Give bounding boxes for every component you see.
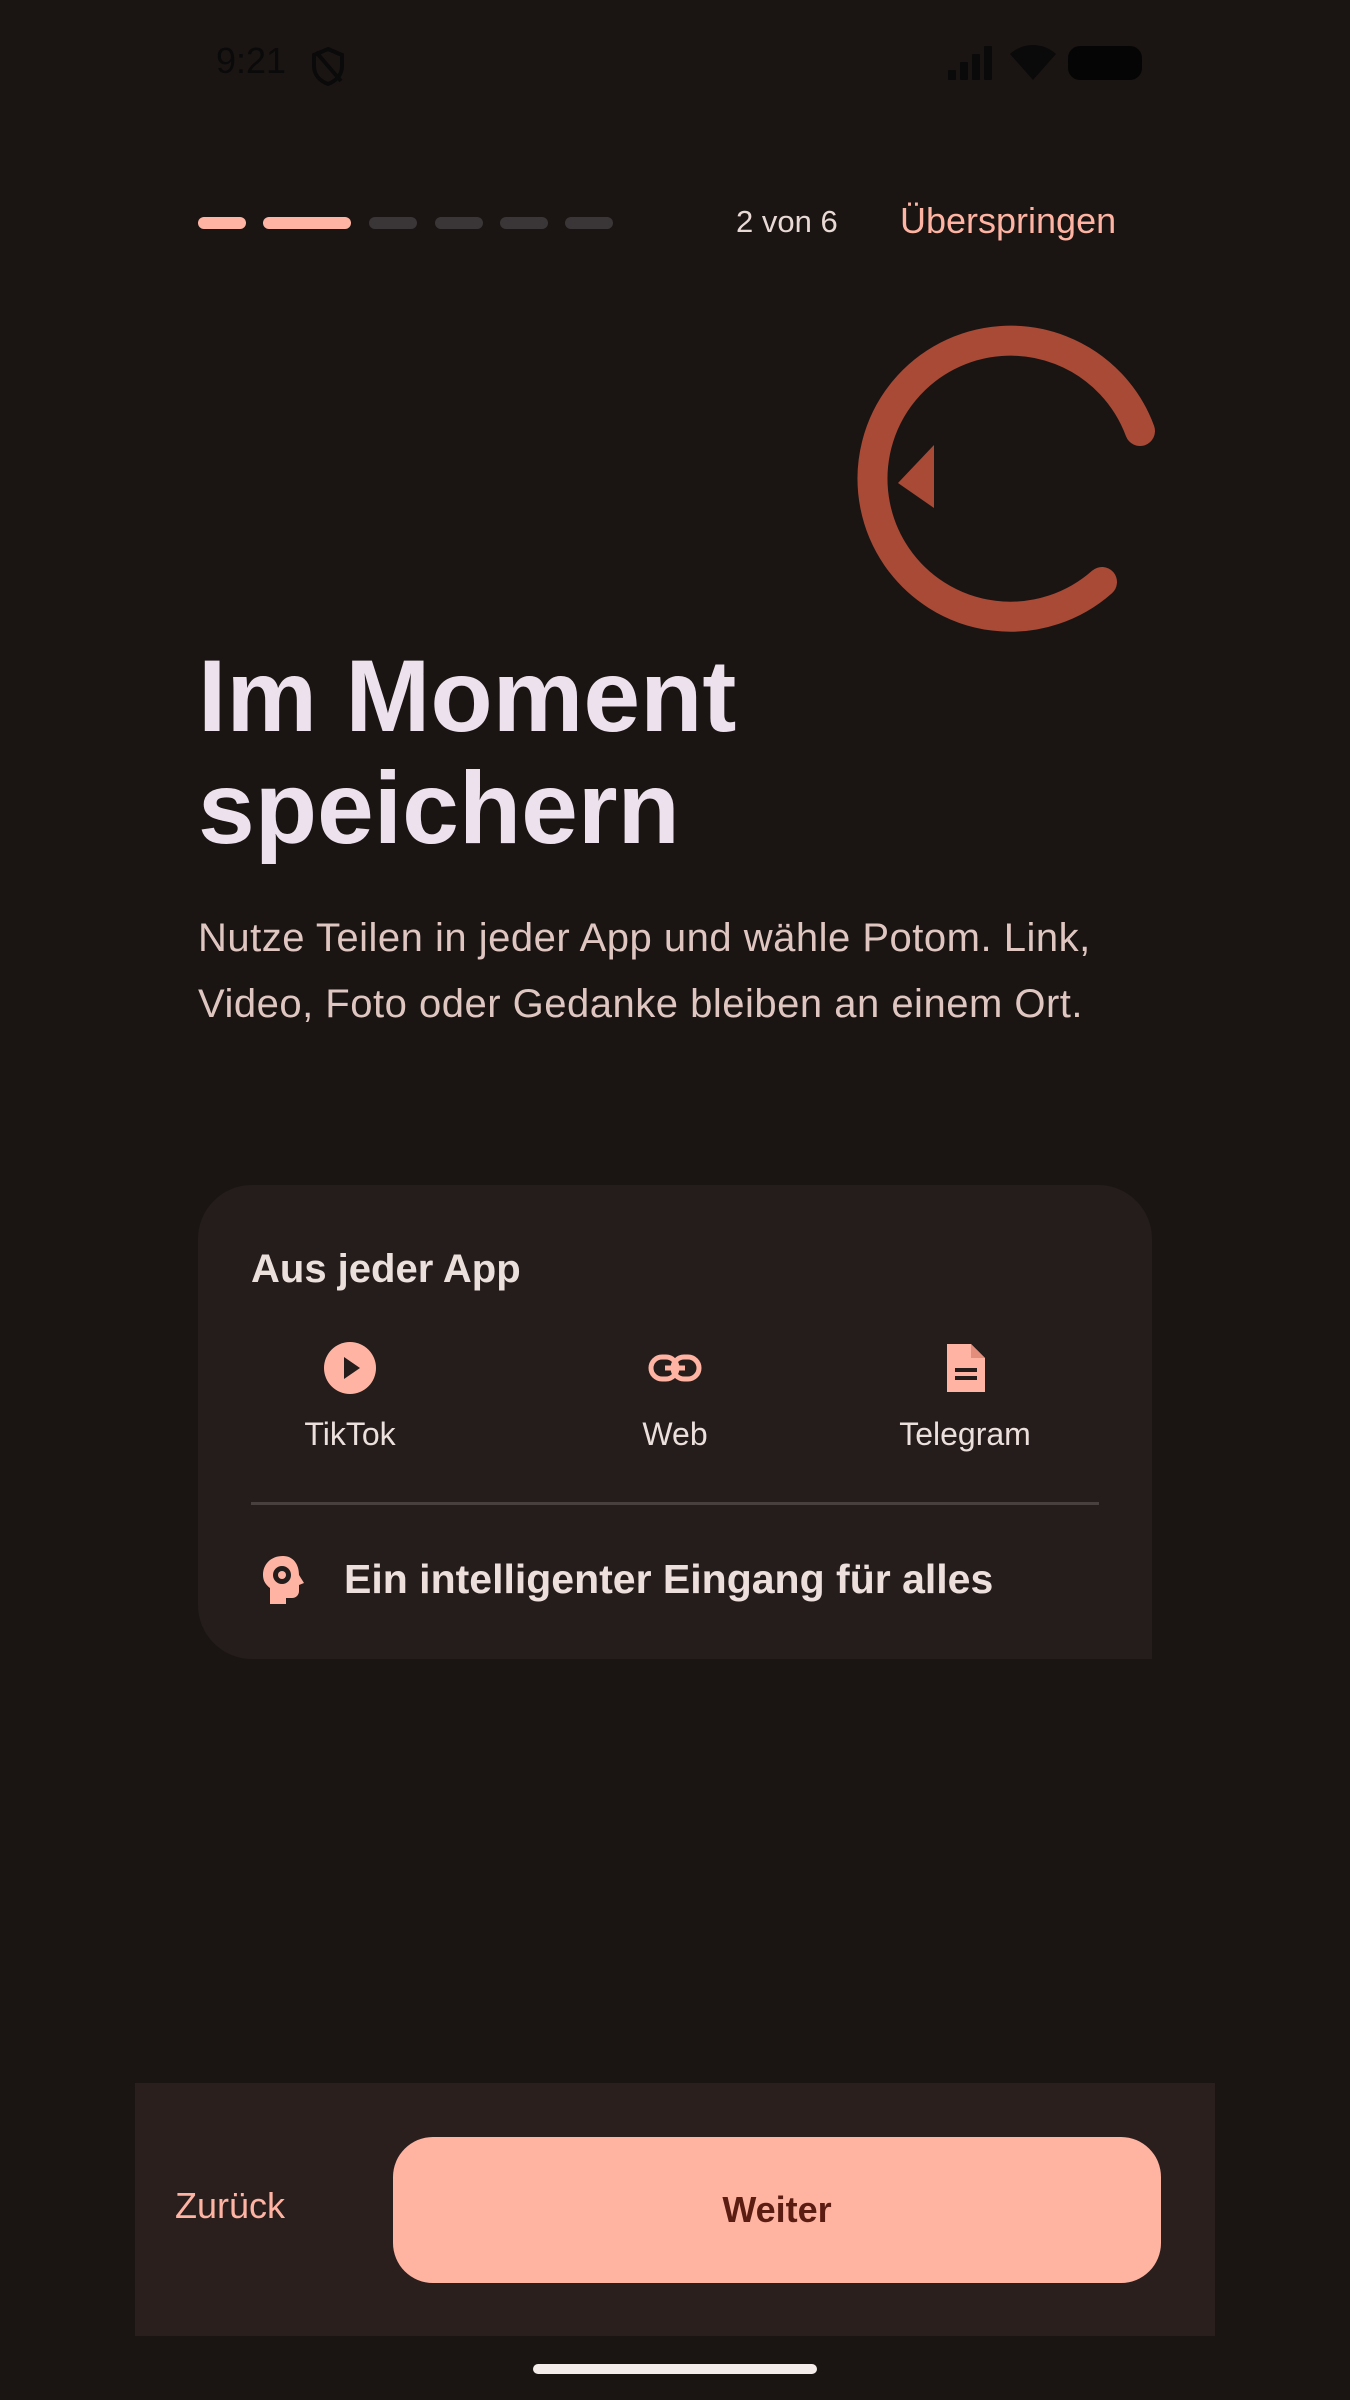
next-button[interactable]: Weiter — [393, 2137, 1161, 2283]
status-time: 9:21 — [216, 40, 287, 81]
progress-segment-3 — [369, 217, 417, 229]
source-label: Telegram — [899, 1416, 1031, 1452]
progress-segment-5 — [500, 217, 548, 229]
page-title-line-1: Im Moment — [198, 639, 737, 753]
progress-segment-4 — [435, 217, 483, 229]
progress-segment-6 — [565, 217, 613, 229]
refresh-arrow-icon — [857, 325, 1155, 632]
page-subtitle: Nutze Teilen in jeder App und wähle Poto… — [198, 916, 1091, 1026]
document-icon — [947, 1344, 985, 1392]
page-title-line-2: speichern — [198, 751, 680, 865]
page-title: Im Moment speichern — [198, 640, 1198, 864]
source-telegram: Telegram — [855, 1340, 1075, 1453]
card-divider — [251, 1502, 1099, 1505]
smart-inbox-row: Ein intelligenter Eingang für alles — [251, 1550, 1111, 1610]
brain-gear-icon — [263, 1556, 304, 1604]
progress-indicator — [198, 217, 618, 229]
skip-button[interactable]: Überspringen — [900, 200, 1116, 242]
progress-segment-2 — [263, 217, 351, 229]
source-label: Web — [642, 1416, 708, 1452]
bottom-bar: Zurück Weiter — [135, 2083, 1215, 2336]
source-web: Web — [565, 1340, 785, 1453]
source-label: TikTok — [304, 1416, 396, 1452]
sources-card: Aus jeder App TikTok Web Telegram Ein in… — [198, 1185, 1152, 1659]
back-button[interactable]: Zurück — [175, 2133, 330, 2279]
battery-icon — [1068, 46, 1142, 80]
source-tiktok: TikTok — [240, 1340, 460, 1453]
play-circle-icon — [324, 1342, 376, 1394]
link-icon — [648, 1354, 702, 1382]
wifi-icon — [1010, 45, 1056, 80]
step-counter: 2 von 6 — [736, 204, 838, 239]
smart-inbox-label: Ein intelligenter Eingang für alles — [344, 1556, 994, 1602]
progress-segment-1 — [198, 217, 246, 229]
card-title: Aus jeder App — [251, 1247, 521, 1291]
status-bar: 9:21 — [0, 0, 1350, 130]
signal-icon — [948, 46, 992, 80]
shield-icon — [312, 46, 344, 86]
home-indicator[interactable] — [533, 2364, 817, 2374]
